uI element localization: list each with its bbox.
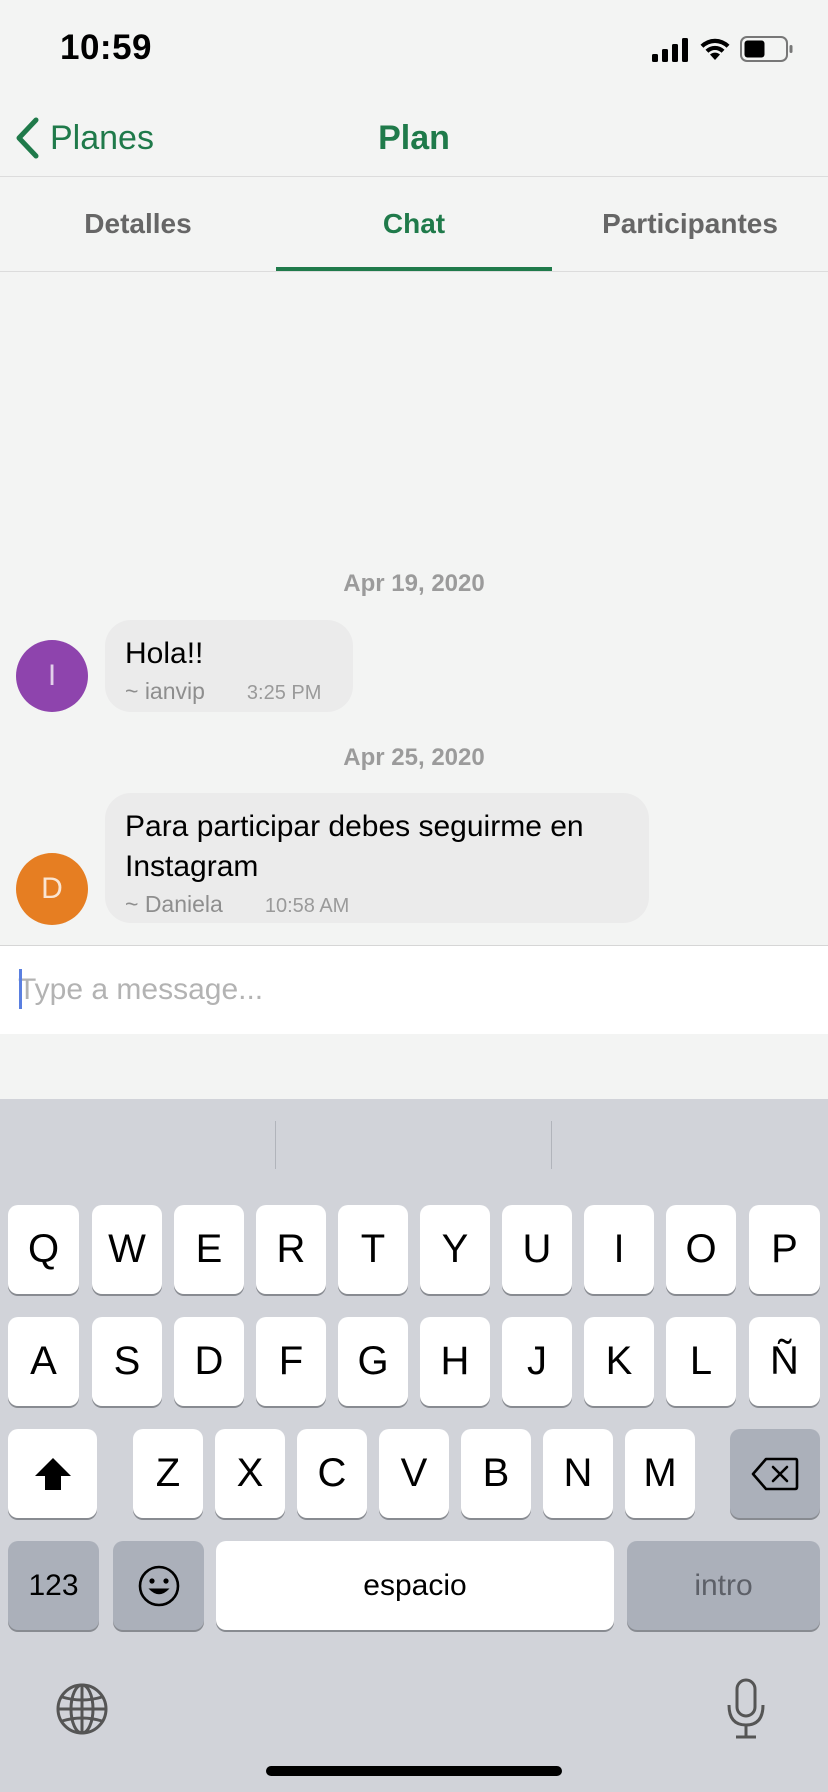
key-b[interactable]: B (461, 1429, 531, 1518)
return-key[interactable]: intro (627, 1541, 820, 1630)
tab-detalles[interactable]: Detalles (0, 177, 276, 271)
message-time: 3:25 PM (246, 682, 322, 704)
key-l[interactable]: L (666, 1317, 736, 1406)
message-bubble[interactable]: Para participar debes seguirme en Instag… (105, 793, 649, 923)
key-u[interactable]: U (502, 1205, 572, 1294)
chevron-left-icon (16, 117, 39, 159)
tab-chat[interactable]: Chat (276, 177, 552, 271)
keyboard: Q W E R T Y U I O P A S D F G H J K L Ñ … (0, 1099, 828, 1792)
key-w[interactable]: W (92, 1205, 162, 1294)
numbers-key[interactable]: 123 (8, 1541, 99, 1630)
key-s[interactable]: S (92, 1317, 162, 1406)
key-e[interactable]: E (174, 1205, 244, 1294)
key-k[interactable]: K (584, 1317, 654, 1406)
dictation-button[interactable] (726, 1677, 766, 1741)
status-time: 10:59 (60, 28, 153, 67)
key-z[interactable]: Z (133, 1429, 203, 1518)
cellular-signal-icon (652, 38, 688, 62)
key-v[interactable]: V (379, 1429, 449, 1518)
back-button-label: Planes (50, 118, 154, 157)
message-input[interactable] (18, 946, 808, 1034)
key-m[interactable]: M (625, 1429, 695, 1518)
backspace-key[interactable] (730, 1429, 820, 1518)
message-author: ~ Daniela (125, 891, 223, 917)
avatar[interactable]: I (16, 640, 88, 712)
backspace-icon (751, 1457, 799, 1490)
avatar[interactable]: D (16, 853, 88, 925)
suggestion-divider (551, 1121, 552, 1169)
back-button[interactable]: Planes (14, 112, 154, 164)
tab-participantes[interactable]: Participantes (552, 177, 828, 271)
microphone-icon (727, 1678, 765, 1739)
message-bubble[interactable]: Hola!! ~ ianvip 3:25 PM (105, 620, 353, 712)
key-h[interactable]: H (420, 1317, 490, 1406)
key-f[interactable]: F (256, 1317, 326, 1406)
shift-key[interactable] (8, 1429, 97, 1518)
key-y[interactable]: Y (420, 1205, 490, 1294)
avatar-initial: I (47, 659, 57, 692)
tab-bar: Detalles Chat Participantes (0, 177, 828, 272)
date-separator: Apr 19, 2020 (343, 570, 485, 597)
key-d[interactable]: D (174, 1317, 244, 1406)
message-author: ~ ianvip (125, 678, 205, 704)
key-i[interactable]: I (584, 1205, 654, 1294)
key-x[interactable]: X (215, 1429, 285, 1518)
battery-icon (740, 36, 793, 62)
globe-icon (56, 1683, 108, 1735)
message-time: 10:58 AM (264, 895, 350, 917)
wifi-icon (700, 38, 730, 60)
key-r[interactable]: R (256, 1205, 326, 1294)
date-separator: Apr 25, 2020 (343, 744, 485, 771)
key-o[interactable]: O (666, 1205, 736, 1294)
message-text: Hola!! (125, 637, 204, 670)
emoji-key[interactable] (113, 1541, 204, 1630)
space-key[interactable]: espacio (216, 1541, 614, 1630)
key-c[interactable]: C (297, 1429, 367, 1518)
home-indicator (266, 1766, 562, 1776)
key-j[interactable]: J (502, 1317, 572, 1406)
nav-bar: Plan Planes (0, 100, 828, 177)
status-bar: 10:59 (0, 0, 828, 100)
key-t[interactable]: T (338, 1205, 408, 1294)
text-caret (19, 969, 22, 1009)
key-n[interactable]: N (543, 1429, 613, 1518)
key-enye[interactable]: Ñ (749, 1317, 820, 1406)
avatar-initial: D (41, 872, 63, 905)
key-g[interactable]: G (338, 1317, 408, 1406)
suggestion-divider (275, 1121, 276, 1169)
message-composer (0, 945, 828, 1034)
shift-arrow-icon (34, 1457, 71, 1490)
key-p[interactable]: P (749, 1205, 820, 1294)
message-text: Para participar debes seguirme en Instag… (125, 810, 584, 883)
key-q[interactable]: Q (8, 1205, 79, 1294)
emoji-icon (138, 1565, 179, 1606)
key-a[interactable]: A (8, 1317, 79, 1406)
globe-button[interactable] (55, 1682, 109, 1736)
